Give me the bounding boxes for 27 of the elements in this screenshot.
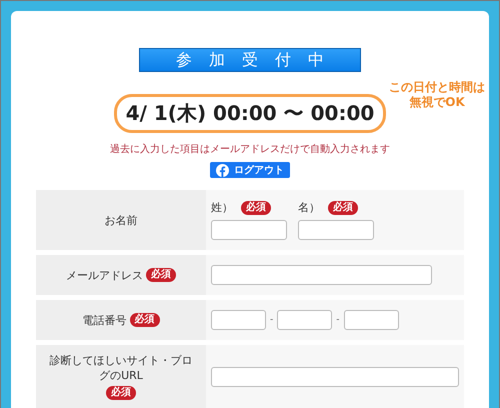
required-badge: 必須 — [130, 313, 160, 327]
separator-text: - — [336, 315, 340, 325]
field-label: 電話番号 — [82, 312, 126, 328]
phone-field[interactable] — [277, 310, 332, 330]
input-field[interactable] — [298, 220, 374, 240]
input-field[interactable] — [211, 220, 287, 240]
annotation-text: この日付と時間は — [389, 80, 485, 95]
required-badge: 必須 — [106, 386, 136, 400]
email-field[interactable] — [211, 265, 432, 285]
facebook-icon — [216, 164, 229, 177]
required-badge: 必須 — [241, 200, 271, 214]
field-label: メールアドレス — [66, 268, 143, 282]
url-field[interactable] — [211, 366, 459, 386]
field-label: 姓） — [211, 200, 233, 215]
field-label: お名前 — [104, 212, 138, 228]
required-badge: 必須 — [146, 268, 176, 282]
required-badge: 必須 — [328, 200, 358, 214]
status-banner: 参加受付中 — [139, 48, 361, 72]
annotation-text: 無視でOK — [409, 95, 465, 110]
phone-field[interactable] — [344, 310, 398, 330]
autofill-note: 過去に入力した項目はメールアドレスだけで自動入力されます — [110, 142, 390, 156]
field-label: 診断してほしいサイト・ブログのURL — [48, 353, 194, 383]
logout-button[interactable]: ログアウト — [210, 162, 290, 178]
phone-field[interactable] — [211, 310, 266, 330]
field-label: 名） — [298, 200, 320, 215]
separator-text: - — [270, 315, 274, 325]
event-date: 4/ 1(木) 00:00 〜 00:00 — [114, 94, 386, 134]
